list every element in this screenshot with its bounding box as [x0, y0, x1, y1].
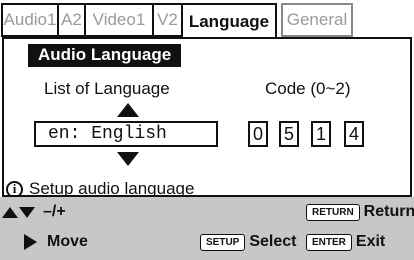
updown-action-label: –/+	[43, 203, 66, 220]
select-action-label: Select	[249, 233, 297, 250]
tab-v2[interactable]: V2	[152, 3, 183, 37]
up-triangle-icon	[2, 206, 18, 218]
info-text: Setup audio language	[29, 179, 195, 198]
enter-key[interactable]: ENTER	[306, 233, 352, 251]
tab-video1[interactable]: Video1	[84, 3, 154, 37]
code-digit-1[interactable]: 0	[248, 121, 268, 147]
exit-hint: ENTER Exit	[306, 233, 385, 251]
code-digit-4[interactable]: 4	[344, 121, 364, 147]
footer-help-bar: –/+ Move RETURN Return SETUP Select ENTE…	[0, 197, 414, 260]
up-arrow-icon[interactable]	[117, 103, 139, 117]
return-hint: RETURN Return	[306, 203, 414, 221]
setup-key[interactable]: SETUP	[200, 233, 246, 251]
section-title: Audio Language	[28, 44, 182, 67]
code-label: Code (0~2)	[265, 79, 351, 98]
move-hint: Move	[24, 233, 88, 251]
down-triangle-icon	[19, 206, 35, 218]
return-key[interactable]: RETURN	[306, 203, 360, 221]
info-icon: i	[6, 180, 23, 198]
exit-action-label: Exit	[355, 233, 386, 250]
info-line: i Setup audio language	[6, 179, 194, 199]
right-triangle-icon	[24, 234, 37, 250]
return-action-label: Return	[363, 203, 414, 220]
updown-hint: –/+	[2, 203, 66, 221]
down-arrow-icon[interactable]	[117, 152, 139, 166]
language-panel: Audio Language List of Language Code (0~…	[2, 37, 412, 199]
code-digit-2[interactable]: 5	[279, 121, 299, 147]
list-of-language-label: List of Language	[44, 79, 170, 98]
tab-language[interactable]: Language	[181, 3, 277, 39]
tab-audio1[interactable]: Audio1	[1, 3, 59, 37]
language-select[interactable]: en: English	[34, 121, 218, 147]
tab-general[interactable]: General	[281, 3, 353, 37]
code-digit-3[interactable]: 1	[311, 121, 331, 147]
move-action-label: Move	[47, 233, 88, 250]
select-hint: SETUP Select	[200, 233, 296, 251]
tab-a2[interactable]: A2	[57, 3, 86, 37]
tab-bar: Audio1 A2 Video1 V2 Language General	[0, 0, 414, 39]
